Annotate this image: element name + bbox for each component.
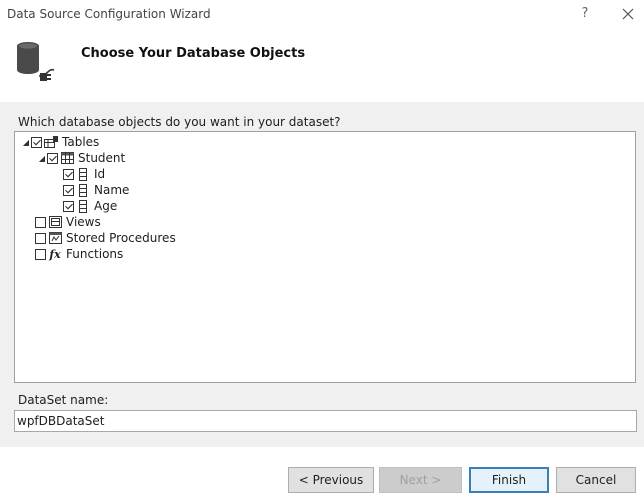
tree-node-label: Name [94,183,130,197]
tree-node-column-name[interactable]: Name [63,182,129,198]
tree-node-label: Tables [62,135,100,149]
column-icon [76,167,90,181]
tables-checkbox[interactable] [31,136,42,148]
column-icon [76,183,90,197]
functions-checkbox[interactable] [35,248,46,260]
next-button[interactable]: Next > [379,467,462,493]
tree-node-tables[interactable]: ◢ Tables [21,134,99,150]
close-icon [622,8,634,20]
tree-node-views[interactable]: Views [35,214,101,230]
function-icon: fx [49,247,61,261]
views-checkbox[interactable] [35,216,46,228]
view-icon [48,215,62,229]
tree-node-label: Age [94,199,118,213]
tree-node-column-age[interactable]: Age [63,198,117,214]
finish-button[interactable]: Finish [469,467,549,493]
database-objects-tree[interactable]: ◢ Tables ◢ Student Id Name Age Views Sto… [14,131,636,383]
objects-question-label: Which database objects do you want in yo… [18,115,341,129]
cancel-button[interactable]: Cancel [556,467,636,493]
wizard-header [0,30,644,102]
tree-node-label: Student [78,151,126,165]
previous-button[interactable]: < Previous [288,467,374,493]
student-checkbox[interactable] [47,152,58,164]
stored-procedures-checkbox[interactable] [35,232,46,244]
tree-node-label: Id [94,167,106,181]
expand-triangle-icon[interactable]: ◢ [21,134,31,150]
tree-node-label: Functions [66,247,124,261]
tree-node-student[interactable]: ◢ Student [37,150,125,166]
stored-procedure-icon [48,231,62,245]
name-checkbox[interactable] [63,184,74,196]
table-grid-icon [60,151,74,165]
dataset-name-label: DataSet name: [18,393,109,407]
tree-node-column-id[interactable]: Id [63,166,105,182]
window-title: Data Source Configuration Wizard [7,7,211,21]
expand-triangle-icon[interactable]: ◢ [37,150,47,166]
tree-node-label: Views [66,215,101,229]
close-button[interactable] [618,4,638,24]
tree-node-functions[interactable]: fx Functions [35,246,123,262]
tables-folder-icon [44,135,58,149]
help-button[interactable]: ? [575,4,595,24]
page-title: Choose Your Database Objects [81,46,306,61]
dataset-name-input[interactable] [14,410,637,432]
age-checkbox[interactable] [63,200,74,212]
tree-node-stored-procedures[interactable]: Stored Procedures [35,230,176,246]
id-checkbox[interactable] [63,168,74,180]
database-plug-icon [17,42,55,81]
tree-node-label: Stored Procedures [66,231,176,245]
title-bar: Data Source Configuration Wizard ? [0,0,644,30]
column-icon [76,199,90,213]
